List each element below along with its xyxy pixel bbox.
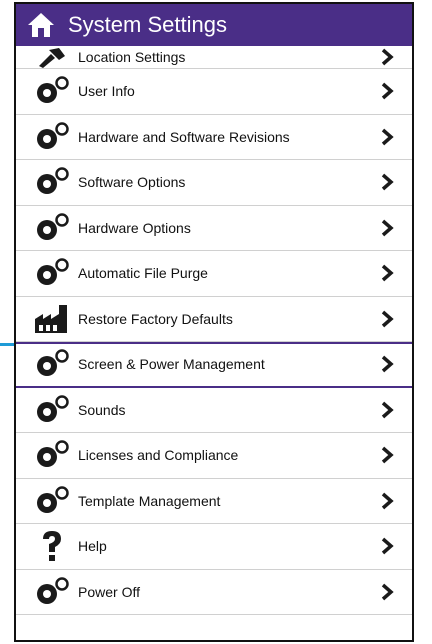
gears-icon [32,437,72,473]
chevron-right-icon [381,173,394,191]
list-item-label: Automatic File Purge [78,265,208,282]
gears-icon [32,346,72,382]
list-item-licenses-compliance[interactable]: Licenses and Compliance [16,433,412,479]
list-item-label: Sounds [78,401,126,418]
list-item-label: Restore Factory Defaults [78,310,233,327]
list-item-label: Software Options [78,174,186,191]
list-item-label: Screen & Power Management [78,356,265,373]
chevron-right-icon [381,128,394,146]
factory-icon [32,301,72,337]
gears-icon [32,210,72,246]
gears-icon [32,483,72,519]
settings-list: Location Settings User Info Hardware and… [16,46,412,615]
list-item-hw-sw-revisions[interactable]: Hardware and Software Revisions [16,114,412,160]
gears-icon [32,392,72,428]
list-item-label: Licenses and Compliance [78,447,239,464]
chevron-right-icon [381,310,394,328]
chevron-right-icon [381,446,394,464]
list-item-label: Hardware Options [78,219,191,236]
gears-icon [32,164,72,200]
list-item-label: Help [78,538,107,555]
list-item-template-management[interactable]: Template Management [16,478,412,524]
device-screen: System Settings Location Settings User I… [14,2,414,642]
list-item-automatic-file-purge[interactable]: Automatic File Purge [16,251,412,297]
chevron-right-icon [381,583,394,601]
gears-icon [32,73,72,109]
gears-icon [32,574,72,610]
list-item-label: User Info [78,83,135,100]
list-item-label: Template Management [78,492,221,509]
list-item-screen-power-management[interactable]: Screen & Power Management [16,342,412,388]
home-icon[interactable] [26,10,56,40]
title-bar: System Settings [16,4,412,46]
list-item-user-info[interactable]: User Info [16,69,412,115]
list-item-location-settings[interactable]: Location Settings [16,46,412,69]
question-icon [32,528,72,564]
list-item-power-off[interactable]: Power Off [16,569,412,615]
list-item-label: Hardware and Software Revisions [78,128,290,145]
gears-icon [32,119,72,155]
list-item-software-options[interactable]: Software Options [16,160,412,206]
list-item-label: Power Off [78,583,140,600]
list-item-hardware-options[interactable]: Hardware Options [16,205,412,251]
chevron-right-icon [381,355,394,373]
list-item-help[interactable]: Help [16,524,412,570]
list-item-restore-factory-defaults[interactable]: Restore Factory Defaults [16,296,412,342]
list-item-label: Location Settings [78,49,186,65]
chevron-right-icon [381,219,394,237]
location-wrench-icon [32,46,72,68]
chevron-right-icon [381,401,394,419]
chevron-right-icon [381,264,394,282]
chevron-right-icon [381,537,394,555]
chevron-right-icon [381,492,394,510]
page-title: System Settings [68,12,227,37]
gears-icon [32,255,72,291]
list-item-sounds[interactable]: Sounds [16,387,412,433]
chevron-right-icon [381,48,394,66]
chevron-right-icon [381,82,394,100]
